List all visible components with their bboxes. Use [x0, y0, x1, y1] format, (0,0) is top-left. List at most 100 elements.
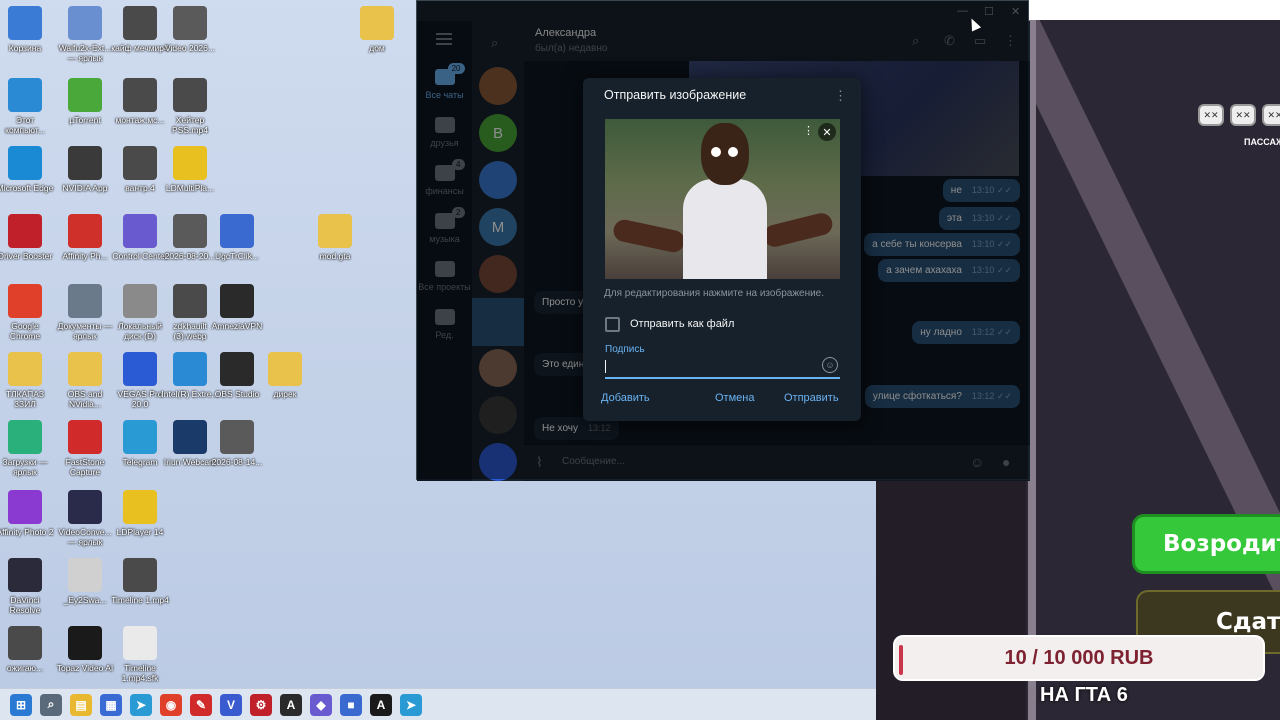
desktop-icon[interactable]: _Ey2Swa... [56, 558, 114, 605]
chrome-icon[interactable]: ◉ [160, 693, 182, 716]
caption-input[interactable]: ☺ [605, 357, 840, 379]
desktop-icon[interactable]: Driver Booster [0, 214, 54, 261]
desktop-icon[interactable]: Документы — ярлык [56, 284, 114, 341]
telegram-active-icon[interactable]: ➤ [400, 693, 422, 716]
image-hand [611, 217, 687, 255]
image-preview[interactable]: ⋮ ✕ [605, 119, 840, 279]
telegram-icon[interactable]: ➤ [130, 693, 152, 716]
folder-icon [318, 214, 352, 248]
desktop-icon[interactable]: Affinity Ph... [56, 214, 114, 261]
dialog-title: Отправить изображение [604, 88, 747, 102]
vpn-amnezia-icon[interactable]: A [280, 693, 302, 716]
vegas-icon [123, 352, 157, 386]
donation-goal-bar: 10 / 10 000 RUB [893, 635, 1265, 681]
game-key-hints: ✕✕ ✕✕ ✕✕ [1198, 104, 1280, 126]
desktop-icon[interactable]: LDMultiPla... [161, 146, 219, 193]
app-icon[interactable]: ■ [340, 693, 362, 716]
desktop-icon-label: LDPlayer 14 [116, 527, 164, 537]
image-file-icon [220, 214, 254, 248]
desktop-icon[interactable]: DaVinci Resolve [0, 558, 54, 615]
control-center-icon[interactable]: ◆ [310, 693, 332, 716]
file-explorer-icon[interactable]: ▤ [70, 693, 92, 716]
image-options-icon[interactable]: ⋮ [803, 124, 814, 137]
desktop-icon[interactable]: Загрузки — ярлык [0, 420, 54, 477]
image-person-body [683, 179, 767, 279]
desktop-icon[interactable]: Хейтер PSS.mp4 [161, 78, 219, 135]
video-converter-icon [68, 490, 102, 524]
desktop-icon-label: Driver Booster [0, 251, 53, 261]
desktop-icon-label: µTorrent [69, 115, 101, 125]
image-eye [728, 147, 738, 157]
text-app-icon[interactable]: A [370, 693, 392, 716]
desktop-icon[interactable]: mod.gta [306, 214, 364, 261]
revive-button[interactable]: Возродить [1132, 514, 1280, 574]
edit-hint: Для редактирования нажмите на изображени… [604, 288, 825, 299]
desktop-icon[interactable]: Google Chrome [0, 284, 54, 341]
ldplayer-icon [123, 490, 157, 524]
desktop-icon[interactable]: UgcTrClik... [208, 214, 266, 261]
desktop-icon-label: mod.gta [319, 251, 351, 261]
desktop-icon[interactable]: Корзина [0, 6, 54, 53]
desktop-icon[interactable]: Waifu2x-Ext... — ярлык [56, 6, 114, 63]
add-button[interactable]: Добавить [601, 392, 650, 404]
remove-image-icon[interactable]: ✕ [818, 123, 836, 141]
desktop-icon[interactable]: Этот компьют... [0, 78, 54, 135]
desktop-icon[interactable]: Microsoft Edge [0, 146, 54, 193]
desktop-icon[interactable]: AmneziaVPN [208, 284, 266, 331]
vpn-icon [220, 284, 254, 318]
desktop-icon[interactable]: ожигаю... [0, 626, 54, 673]
desktop-icon-label: _Ey2Swa... [63, 595, 107, 605]
emoji-icon[interactable]: ☺ [822, 357, 838, 373]
desktop-icon[interactable]: OBS and NVidia... [56, 352, 114, 409]
desktop-icon[interactable]: дирек [256, 352, 314, 399]
desktop-icon[interactable]: ТЛКАПАЗ 3ЗИЛ [0, 352, 54, 409]
desktop-icon[interactable]: NVIDIA App [56, 146, 114, 193]
image-eye [711, 147, 721, 157]
video-file-icon [173, 78, 207, 112]
desktop-icon-label: Topaz Video AI [56, 663, 114, 673]
desktop-icon[interactable]: дом [348, 6, 406, 53]
desktop-icon[interactable]: LDPlayer 14 [111, 490, 169, 537]
desktop-icon-label: 2026-08-14... [211, 457, 263, 467]
faststone-icon[interactable]: ✎ [190, 693, 212, 716]
faststone-icon [68, 420, 102, 454]
send-as-file-checkbox[interactable] [605, 317, 620, 332]
pdf-icon [68, 214, 102, 248]
dialog-menu-icon[interactable]: ⋮ [834, 88, 847, 104]
desktop-icon-label: VideoConve... — ярлык [58, 527, 112, 547]
desktop-icon-label: Timeline 1.mp4.sfk [121, 663, 159, 683]
cancel-button[interactable]: Отмена [715, 392, 754, 404]
desktop-icon[interactable]: 2026-08-14... [208, 420, 266, 467]
driver-booster-icon[interactable]: ⚙ [250, 693, 272, 716]
desktop-icon-label: AmneziaVPN [211, 321, 263, 331]
desktop-icon-label: Affinity Ph... [62, 251, 108, 261]
start-icon[interactable]: ⊞ [10, 693, 32, 716]
folder-icon [8, 352, 42, 386]
desktop-icon-label: Waifu2x-Ext... — ярлык [58, 43, 112, 63]
desktop-icon[interactable]: µTorrent [56, 78, 114, 125]
keyboard-icon [68, 558, 102, 592]
desktop-icon[interactable]: Timeline 1.mp4 [111, 558, 169, 605]
send-button[interactable]: Отправить [784, 392, 839, 404]
nvidia-icon [68, 146, 102, 180]
desktop-icon[interactable]: Topaz Video AI [56, 626, 114, 673]
obs-icon [220, 352, 254, 386]
key-hint: ✕✕ [1198, 104, 1224, 126]
key-hint: ✕✕ [1230, 104, 1256, 126]
search-icon[interactable]: ⌕ [40, 693, 62, 716]
desktop-icon-label: ТЛКАПАЗ 3ЗИЛ [6, 389, 44, 409]
desktop-icon[interactable]: FastStone Capture [56, 420, 114, 477]
desktop-icon-label: Google Chrome [9, 321, 41, 341]
vpn-icon[interactable]: V [220, 693, 242, 716]
game-white-area [1028, 0, 1280, 20]
desktop-icon[interactable]: Affinity Photo 2 [0, 490, 54, 537]
desktop-icon[interactable]: VideoConve... — ярлык [56, 490, 114, 547]
store-icon[interactable]: ▦ [100, 693, 122, 716]
desktop-icon-label: Документы — ярлык [57, 321, 113, 341]
desktop-icon[interactable]: Video 2026... [161, 6, 219, 53]
image-person-head [701, 123, 749, 185]
send-as-file-label[interactable]: Отправить как файл [630, 318, 734, 330]
desktop-icon[interactable]: Timeline 1.mp4.sfk [111, 626, 169, 683]
desktop-icon-label: дом [369, 43, 385, 53]
desktop-icon-label: Affinity Photo 2 [0, 527, 54, 537]
